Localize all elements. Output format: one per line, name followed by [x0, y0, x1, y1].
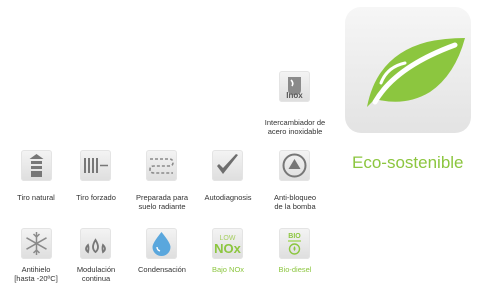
low-nox-icon: LOW NOx — [214, 235, 242, 256]
suelo-radiante-label: Preparada para suelo radiante — [135, 193, 189, 211]
tiro-forzado-label: Tiro forzado — [76, 193, 116, 202]
pump-icon — [282, 153, 307, 178]
bajo-nox-tile: LOW NOx — [212, 228, 243, 259]
checkmark-icon — [217, 154, 238, 174]
leaf-icon — [367, 38, 465, 107]
condensacion-tile — [146, 228, 177, 259]
water-drop-icon — [152, 232, 171, 256]
fan-vent-icon — [84, 158, 108, 173]
autodiagnosis-tile — [212, 150, 243, 181]
anti-bloqueo-label: Anti-bloqueo de la bomba — [273, 193, 317, 211]
inox-badge: Inox — [286, 91, 303, 100]
anti-bloqueo-tile — [279, 150, 310, 181]
tiro-natural-tile — [21, 150, 52, 181]
eco-label: Eco-sostenible — [352, 153, 464, 172]
condensacion-label: Condensación — [138, 265, 186, 274]
bio-text: BIO — [288, 233, 301, 240]
modulacion-label: Modulación continua — [76, 265, 116, 283]
bio-diesel-label: Bio-diesel — [278, 265, 312, 274]
autodiagnosis-label: Autodiagnosis — [204, 193, 252, 202]
eco-tile — [345, 7, 471, 133]
suelo-radiante-tile — [146, 150, 177, 181]
bio-diesel-tile: BIO — [279, 228, 310, 259]
tiro-forzado-tile — [80, 150, 111, 181]
flames-icon — [85, 238, 106, 254]
inox-tile: Inox — [279, 71, 310, 102]
bio-diesel-icon: BIO — [288, 233, 301, 255]
floor-heating-icon — [149, 158, 174, 174]
antihielo-tile — [21, 228, 52, 259]
snowflake-icon — [26, 232, 47, 255]
inox-tank-icon: Inox — [286, 77, 303, 100]
modulacion-tile — [80, 228, 111, 259]
chimney-icon — [29, 154, 44, 177]
bajo-nox-label: Bajo NOx — [211, 265, 245, 274]
inox-label: Intercambiador de acero inoxidable — [264, 118, 326, 136]
nox-text: NOx — [214, 241, 242, 256]
